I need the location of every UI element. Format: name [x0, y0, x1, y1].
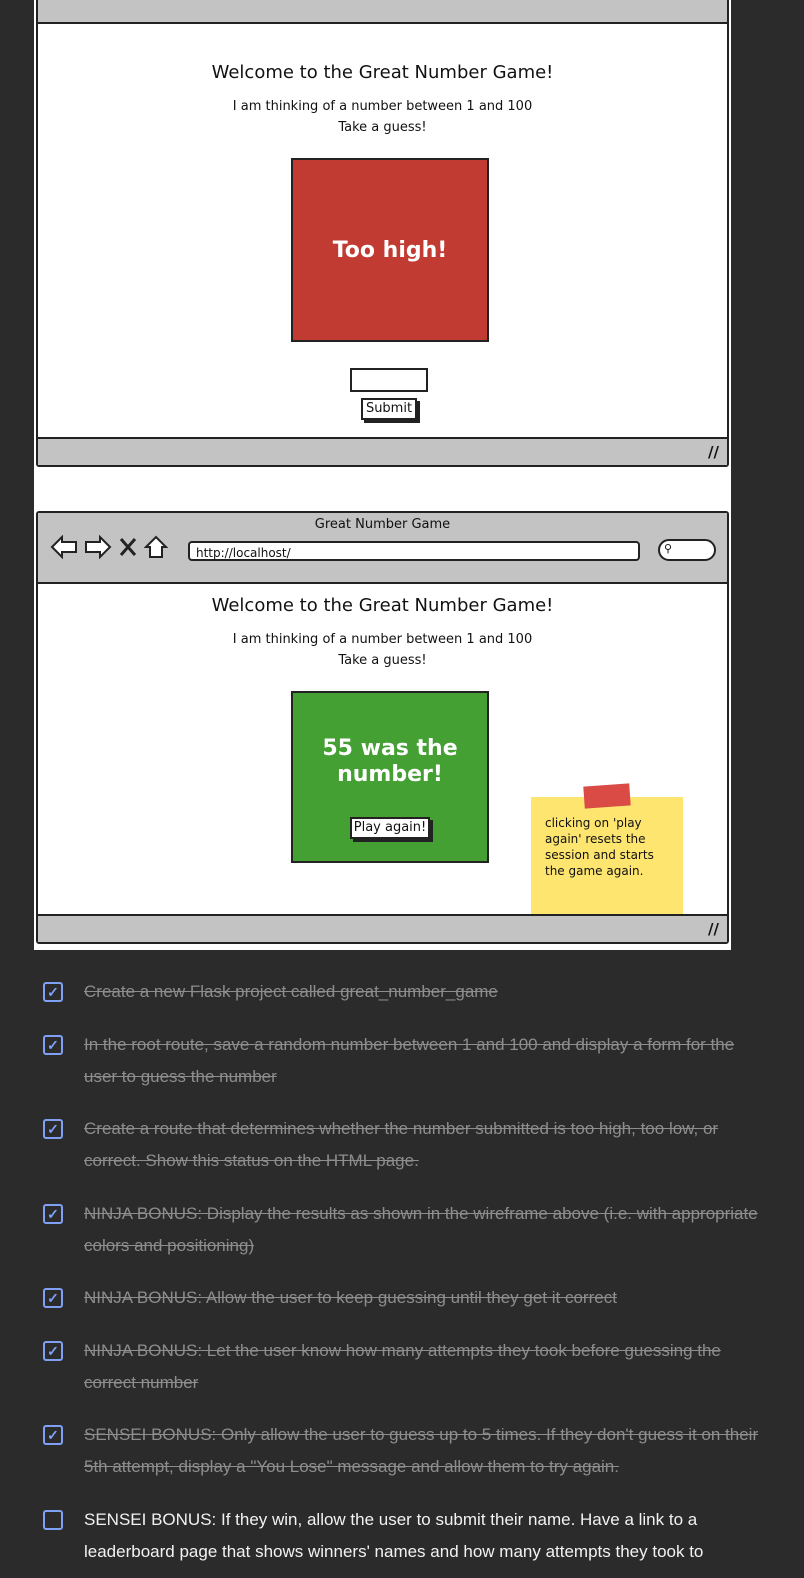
checkbox-checked[interactable]: ✓ [43, 1288, 63, 1308]
checkbox-checked[interactable]: ✓ [43, 1425, 63, 1445]
item-text: SENSEI BONUS: Only allow the user to gue… [84, 1425, 759, 1476]
play-again-button[interactable]: Play again! [350, 817, 430, 839]
search-icon: ⚲ [664, 542, 673, 555]
wireframe-too-high: Welcome to the Great Number Game! I am t… [34, 0, 731, 475]
item-text: NINJA BONUS: Let the user know how many … [84, 1341, 721, 1392]
instruction-line-1: I am thinking of a number between 1 and … [232, 632, 533, 647]
checkbox-checked[interactable]: ✓ [43, 1204, 63, 1224]
home-icon[interactable] [144, 535, 168, 559]
browser-window: Great Number Game http://localhost/ ⚲ We… [36, 511, 729, 944]
item-text: Create a route that determines whether t… [84, 1119, 719, 1170]
guess-input[interactable] [350, 368, 428, 392]
status-text: Too high! [332, 237, 448, 263]
game-heading: Welcome to the Great Number Game! [211, 595, 554, 616]
item-text: NINJA BONUS: Display the results as show… [84, 1204, 758, 1255]
sticky-note-text: clicking on 'play again' resets the sess… [545, 816, 654, 878]
browser-window: Welcome to the Great Number Game! I am t… [36, 0, 729, 467]
game-heading: Welcome to the Great Number Game! [211, 62, 554, 83]
item-text: In the root route, save a random number … [84, 1035, 735, 1086]
resize-grip-icon: // [708, 443, 719, 461]
sticky-note: clicking on 'play again' resets the sess… [531, 783, 683, 925]
checkbox-unchecked[interactable] [43, 1510, 63, 1530]
game-instructions: I am thinking of a number between 1 and … [38, 96, 727, 138]
instruction-line-1: I am thinking of a number between 1 and … [232, 99, 533, 114]
stop-icon[interactable] [118, 536, 138, 558]
forward-arrow-icon[interactable] [84, 535, 112, 559]
game-instructions: I am thinking of a number between 1 and … [38, 629, 727, 671]
item-text: NINJA BONUS: Allow the user to keep gues… [84, 1288, 617, 1307]
instruction-line-2: Take a guess! [338, 653, 427, 668]
browser-statusbar: // [38, 914, 727, 942]
browser-toolbar: Great Number Game http://localhost/ ⚲ [38, 513, 727, 584]
resize-grip-icon: // [708, 920, 719, 938]
tape [583, 783, 631, 809]
nav-icons [50, 535, 168, 559]
checkbox-checked[interactable]: ✓ [43, 1035, 63, 1055]
instruction-line-2: Take a guess! [338, 120, 427, 135]
item-text: SENSEI BONUS: If they win, allow the use… [84, 1510, 704, 1561]
status-box-too-high: Too high! [291, 158, 489, 342]
browser-toolbar [38, 0, 727, 24]
checkbox-checked[interactable]: ✓ [43, 1341, 63, 1361]
wireframe-correct: Great Number Game http://localhost/ ⚲ We… [34, 475, 731, 950]
url-bar[interactable]: http://localhost/ [188, 541, 640, 561]
back-arrow-icon[interactable] [50, 535, 78, 559]
browser-statusbar: // [38, 437, 727, 465]
submit-button[interactable]: Submit [361, 398, 417, 420]
checkbox-checked[interactable]: ✓ [43, 1119, 63, 1139]
checkbox-checked[interactable]: ✓ [43, 982, 63, 1002]
window-title: Great Number Game [314, 517, 451, 532]
status-text: 55 was the number! [322, 736, 458, 787]
search-box[interactable]: ⚲ [658, 539, 716, 561]
item-text: Create a new Flask project called great_… [84, 982, 498, 1001]
